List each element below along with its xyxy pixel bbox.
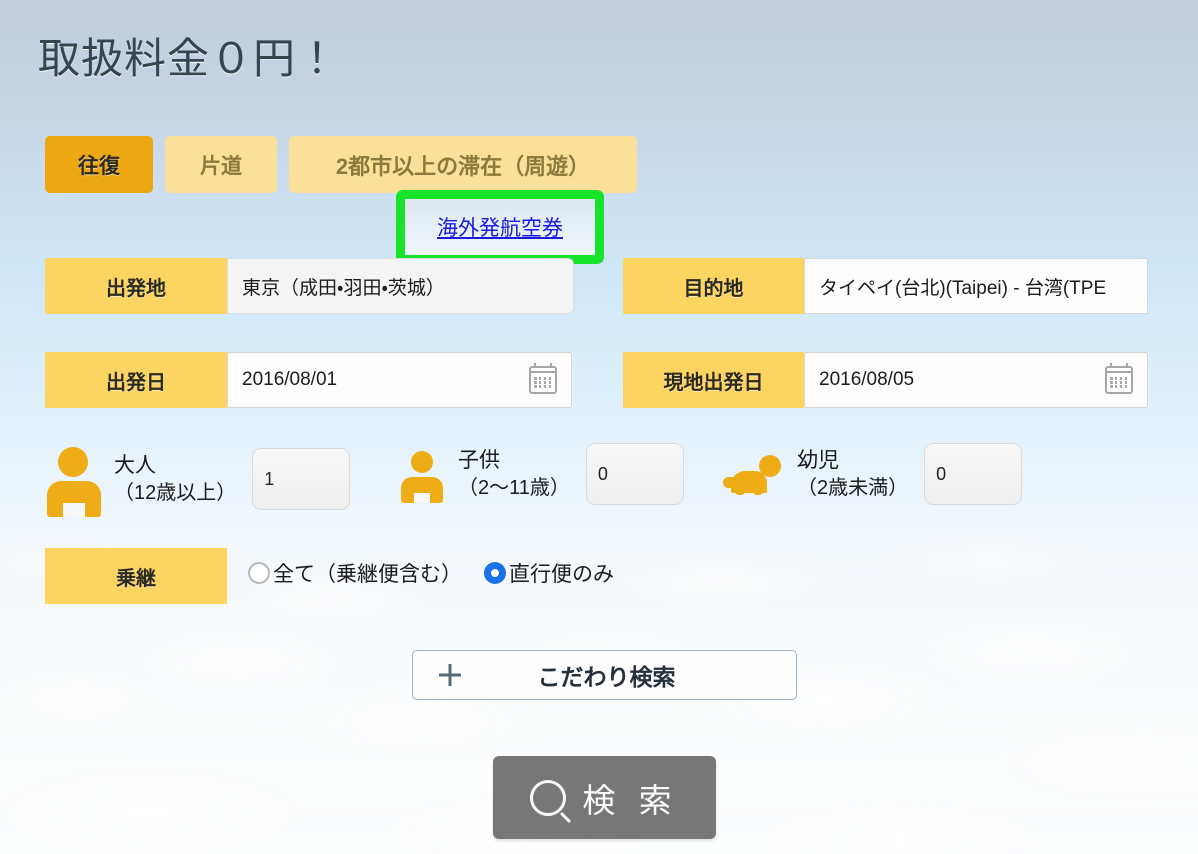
transfer-options: 全て（乗継便含む） 直行便のみ [248,558,614,588]
tab-one-way[interactable]: 片道 [165,136,277,193]
origin-label: 出発地 [45,258,227,314]
adult-person-icon [46,443,102,517]
return-date-label: 現地出発日 [623,352,804,408]
child-label: 子供 （2〜11歳） [458,447,570,502]
adult-count-input[interactable]: 1 [252,448,351,510]
trip-type-tabs: 往復 片道 2都市以上の滞在（周遊） [45,136,637,193]
passenger-group-child: 子供 （2〜11歳） 0 [400,443,684,505]
destination-label: 目的地 [623,258,804,314]
tab-multi-city[interactable]: 2都市以上の滞在（周遊） [289,136,637,193]
radio-option-direct-only-label: 直行便のみ [509,563,614,586]
infant-label-line1: 幼児 [797,448,839,472]
adult-label-line2: （12歳以上） [114,481,237,504]
infant-label-line2: （2歳未満） [797,476,909,499]
departure-date-input[interactable]: 2016/08/01 [227,352,572,408]
return-date-value: 2016/08/05 [819,369,915,390]
child-label-line1: 子供 [458,448,500,472]
radio-selected-icon[interactable] [484,562,506,584]
page-title: 取扱料金０円！ [38,35,340,82]
destination-input[interactable]: タイペイ(台北)(Taipei) - 台湾(TPE [804,258,1148,314]
passenger-group-adult: 大人 （12歳以上） 1 [46,443,351,517]
child-label-line2: （2〜11歳） [458,476,570,499]
overseas-departure-link[interactable]: 海外発航空券 [437,212,563,242]
calendar-icon[interactable] [1105,363,1133,394]
radio-option-direct-only[interactable]: 直行便のみ [484,558,614,588]
return-date-input[interactable]: 2016/08/05 [804,352,1148,408]
transfer-label: 乗継 [45,548,227,604]
highlight-inner-panel: 海外発航空券 [405,199,595,255]
advanced-search-label: こだわり検索 [537,664,676,690]
passenger-group-infant: 幼児 （2歳未満） 0 [723,443,1023,505]
radio-unselected-icon[interactable] [248,562,270,584]
radio-option-all-flights[interactable]: 全て（乗継便含む） [248,558,462,588]
adult-label-line1: 大人 [114,453,156,477]
origin-input[interactable]: 東京（成田・羽田・茨城） [227,258,574,314]
departure-date-value: 2016/08/01 [242,369,338,390]
green-highlight-annotation: 海外発航空券 [396,190,604,264]
infant-label: 幼児 （2歳未満） [797,447,908,502]
plus-icon [437,662,463,688]
infant-count-input[interactable]: 0 [924,443,1023,505]
radio-option-all-flights-label: 全て（乗継便含む） [273,563,462,586]
flight-search-page: 取扱料金０円！ 往復 片道 2都市以上の滞在（周遊） 海外発航空券 出発地 東京… [0,0,1198,854]
child-person-icon [400,443,446,505]
child-count-input[interactable]: 0 [585,443,684,505]
search-button-label: 検 索 [582,781,679,819]
departure-date-label: 出発日 [45,352,227,408]
search-button[interactable]: 検 索 [493,756,716,839]
infant-baby-icon [723,443,785,505]
advanced-search-button[interactable]: こだわり検索 [412,650,797,700]
tab-round-trip[interactable]: 往復 [45,136,153,193]
adult-label: 大人 （12歳以上） [114,452,236,507]
search-icon [530,779,567,816]
calendar-icon[interactable] [529,363,557,394]
